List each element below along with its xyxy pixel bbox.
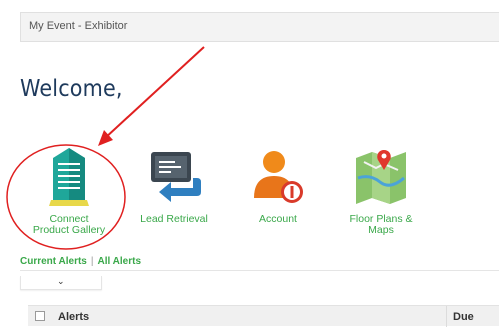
annotation-overlay xyxy=(6,46,205,250)
highlight-circle xyxy=(6,144,126,250)
annotation-arrow-line xyxy=(103,46,205,140)
